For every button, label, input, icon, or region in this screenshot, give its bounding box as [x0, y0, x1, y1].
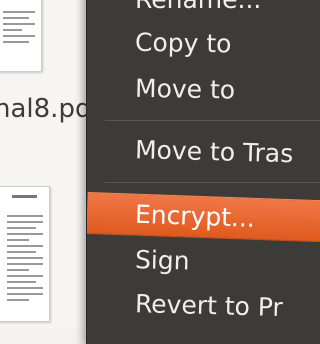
menu-item-copy-to[interactable]: Copy to — [87, 22, 320, 66]
file-view: nal8.pd — [0, 0, 100, 330]
pdf-thumbnail[interactable] — [0, 0, 42, 72]
menu-item-move-to-trash[interactable]: Move to Tras — [87, 129, 320, 175]
context-menu: Rename... Copy to Move to Move to Tras E… — [86, 0, 320, 344]
menu-item-sign[interactable]: Sign — [87, 239, 320, 285]
menu-separator — [105, 182, 320, 183]
menu-item-rename[interactable]: Rename... — [87, 0, 320, 20]
file-name-label[interactable]: nal8.pd — [0, 94, 91, 124]
thumbnail-text-lines — [3, 11, 35, 47]
menu-item-revert[interactable]: Revert to Pr — [87, 283, 320, 329]
menu-item-move-to[interactable]: Move to — [87, 68, 320, 112]
pdf-thumbnail[interactable] — [0, 186, 50, 322]
thumbnail-text-lines — [7, 215, 43, 305]
menu-item-encrypt[interactable]: Encrypt... — [87, 192, 320, 243]
menu-separator — [105, 120, 320, 121]
